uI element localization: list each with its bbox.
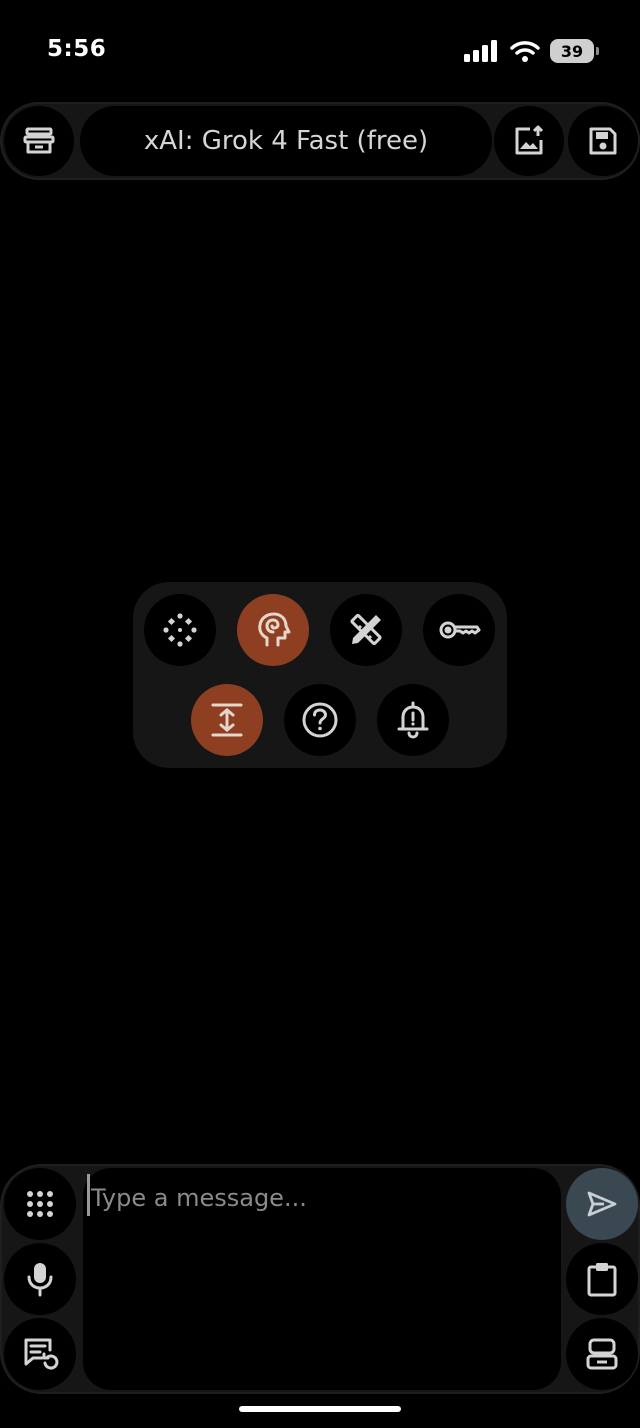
assistant-button[interactable] — [566, 1318, 638, 1390]
brain-head-icon — [253, 610, 293, 650]
status-time: 5:56 — [47, 36, 107, 62]
archive-button[interactable] — [4, 106, 74, 176]
send-icon — [586, 1190, 618, 1218]
tools-button[interactable] — [330, 594, 402, 666]
api-key-button[interactable] — [423, 594, 495, 666]
robot-icon — [585, 1337, 619, 1371]
expand-button[interactable] — [191, 684, 263, 756]
sparkle-button[interactable] — [144, 594, 216, 666]
home-indicator[interactable] — [239, 1406, 401, 1412]
help-icon — [300, 700, 340, 740]
microphone-icon — [25, 1261, 55, 1297]
help-button[interactable] — [284, 684, 356, 756]
grid-icon — [25, 1189, 55, 1219]
key-icon — [437, 610, 481, 650]
image-upload-button[interactable] — [494, 106, 564, 176]
message-composer — [0, 1164, 640, 1394]
thinking-mode-button[interactable] — [237, 594, 309, 666]
tools-icon — [346, 610, 386, 650]
apps-menu-button[interactable] — [4, 1168, 76, 1240]
notifications-button[interactable] — [377, 684, 449, 756]
battery-indicator: 39 — [550, 39, 599, 63]
model-name: xAI: Grok 4 Fast (free) — [143, 126, 429, 156]
model-selector[interactable]: xAI: Grok 4 Fast (free) — [80, 106, 492, 176]
chat-history-icon — [21, 1336, 59, 1372]
send-button[interactable] — [566, 1168, 638, 1240]
status-indicators: 39 — [464, 38, 599, 64]
image-upload-icon — [512, 124, 546, 158]
battery-level: 39 — [560, 41, 584, 61]
top-bar: xAI: Grok 4 Fast (free) — [0, 102, 640, 180]
message-input[interactable] — [83, 1168, 561, 1390]
cellular-signal-icon — [464, 40, 500, 62]
bell-alert-icon — [393, 700, 433, 740]
sparkle-icon — [160, 610, 200, 650]
clipboard-icon — [586, 1261, 618, 1297]
clipboard-button[interactable] — [566, 1243, 638, 1315]
status-bar: 5:56 39 — [0, 0, 640, 100]
voice-input-button[interactable] — [4, 1243, 76, 1315]
chat-history-button[interactable] — [4, 1318, 76, 1390]
quick-actions-panel — [133, 582, 507, 768]
archive-icon — [22, 124, 56, 158]
save-icon — [586, 124, 620, 158]
wifi-icon — [510, 40, 540, 62]
save-button[interactable] — [568, 106, 638, 176]
text-cursor — [87, 1174, 90, 1216]
expand-vertical-icon — [207, 700, 247, 740]
